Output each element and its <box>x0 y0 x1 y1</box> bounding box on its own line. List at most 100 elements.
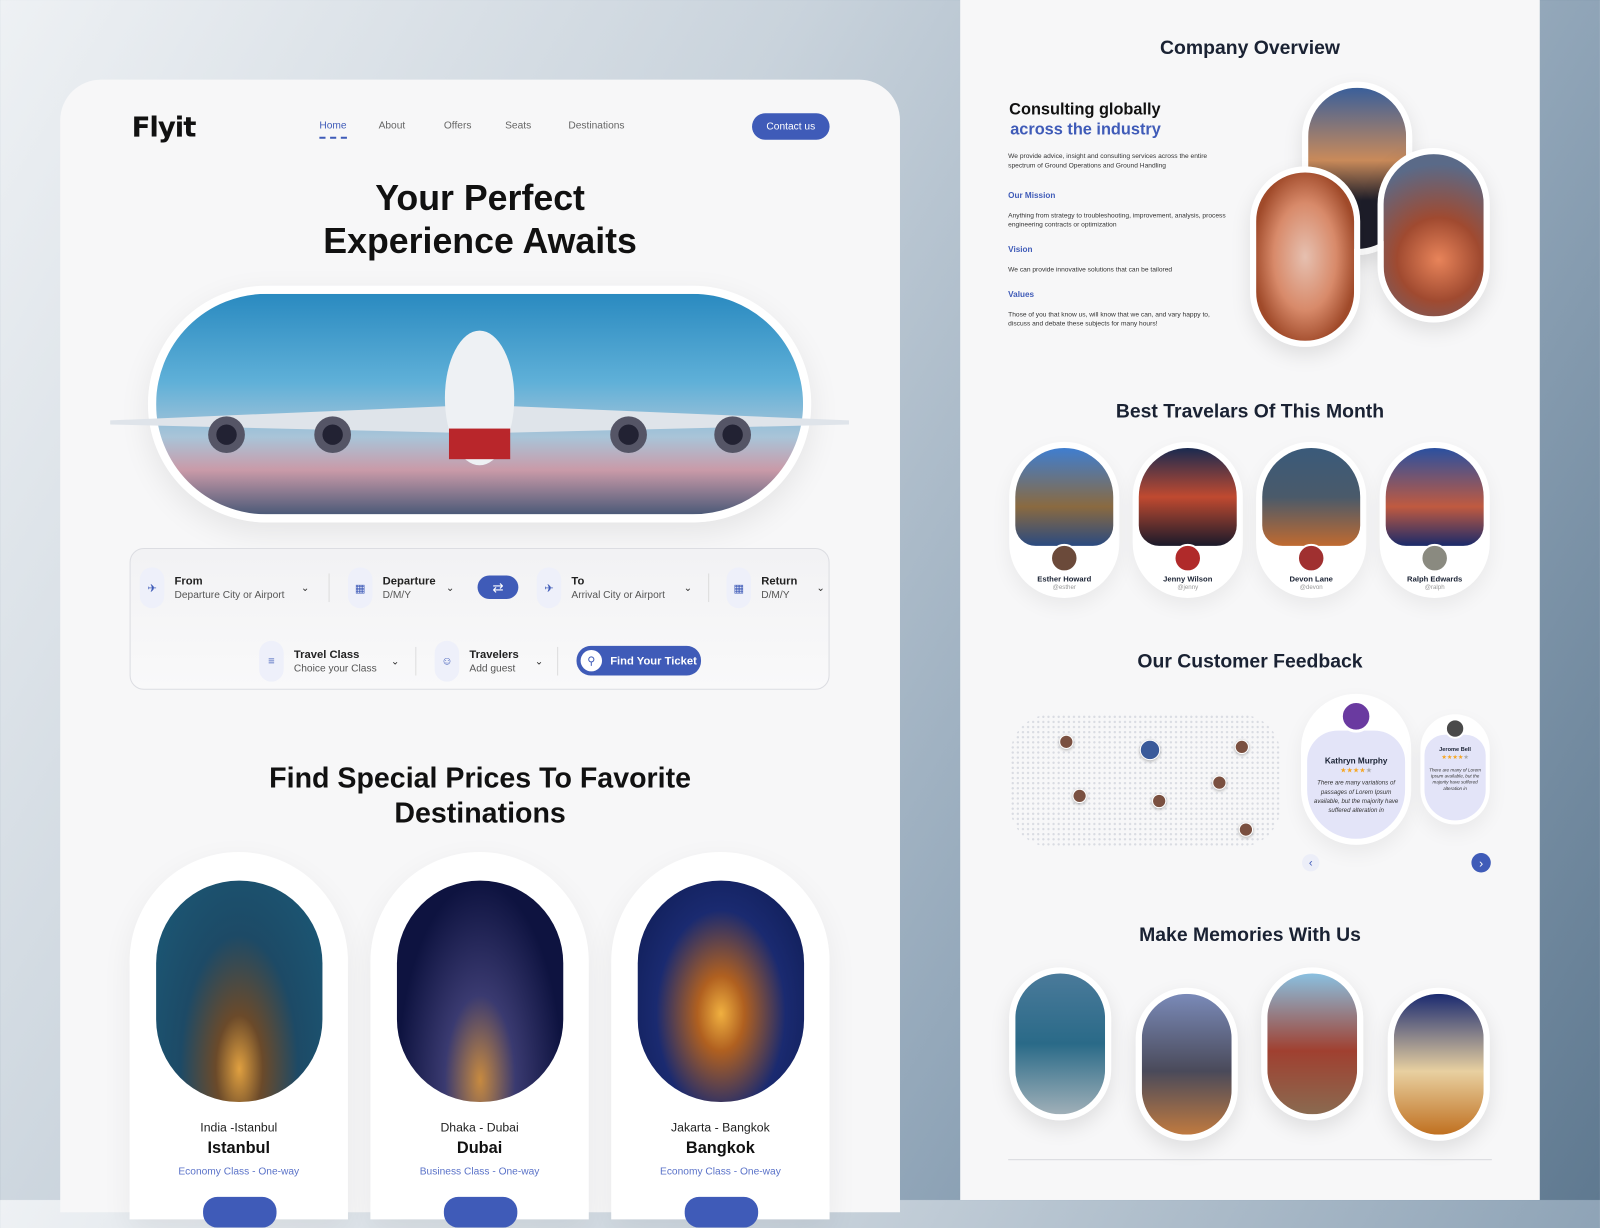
avatar <box>1212 775 1227 790</box>
destination-card-istanbul[interactable]: India -Istanbul Istanbul Economy Class -… <box>129 852 348 1228</box>
avatar <box>1238 822 1254 837</box>
traveler-card[interactable]: Esther Howard @esther <box>1009 441 1120 598</box>
feedback-card[interactable]: Jerome Bell ★★★★★ There are many of Lore… <box>1420 714 1490 825</box>
mission-text: Anything from strategy to troubleshootin… <box>1008 212 1226 229</box>
destination-card-bangkok[interactable]: Jakarta - Bangkok Bangkok Economy Class … <box>611 852 830 1228</box>
divider <box>1008 1159 1492 1161</box>
traveler-name: Esther Howard <box>1037 574 1092 584</box>
from-placeholder: Departure City or Airport <box>174 589 285 601</box>
destination-city: Dubai <box>456 1139 503 1158</box>
traveler-card[interactable]: Ralph Edwards @ralph <box>1379 441 1490 598</box>
next-button[interactable]: › <box>1471 853 1491 873</box>
traveler-photo <box>1015 447 1114 546</box>
destination-city: Istanbul <box>207 1139 271 1158</box>
travel-class-label: Travel Class <box>293 648 360 661</box>
traveler-name: Ralph Edwards <box>1407 574 1463 584</box>
book-button[interactable] <box>203 1196 277 1228</box>
return-placeholder: D/M/Y <box>761 589 790 601</box>
traveler-handle: @jenny <box>1177 584 1199 591</box>
memory-photo-dubai[interactable] <box>1009 967 1112 1121</box>
avatar <box>1139 739 1161 761</box>
values-title: Values <box>1008 289 1035 299</box>
feedback-card[interactable]: Kathryn Murphy ★★★★★ There are many vari… <box>1301 693 1412 845</box>
calendar-icon: ▦ <box>726 567 752 609</box>
traveler-handle: @devon <box>1299 584 1323 591</box>
book-button[interactable] <box>684 1196 759 1228</box>
traveler-card[interactable]: Jenny Wilson @jenny <box>1132 441 1243 598</box>
chevron-down-icon: ⌄ <box>390 655 400 667</box>
return-label: Return <box>761 574 798 588</box>
travel-class-field[interactable]: ≡ Travel Class Choice your Class ⌄ <box>259 640 400 682</box>
memory-photo-newyork[interactable] <box>1135 987 1238 1141</box>
hero-title-line1: Your Perfect <box>375 178 585 219</box>
overview-title: Company Overview <box>1160 37 1340 60</box>
feedback-title: Our Customer Feedback <box>1137 651 1363 673</box>
destination-card-dubai[interactable]: Dhaka - Dubai Dubai Business Class - One… <box>370 852 589 1228</box>
travelers-field[interactable]: ☺ Travelers Add guest ⌄ <box>434 640 544 682</box>
destinations-title: Find Special Prices To Favorite Destinat… <box>60 761 900 830</box>
avatar <box>1072 788 1087 804</box>
star-rating: ★★★★★ <box>1441 755 1469 762</box>
nav-about[interactable]: About <box>379 120 406 131</box>
chevron-down-icon: ⌄ <box>534 655 544 667</box>
travel-class-placeholder: Choice your Class <box>293 662 377 674</box>
reviewer-name: Kathryn Murphy <box>1324 756 1388 766</box>
avatar <box>1173 543 1203 573</box>
memory-photo-cathedral[interactable] <box>1387 987 1490 1141</box>
travelers-label: Travelers <box>469 648 519 661</box>
mission-title: Our Mission <box>1008 190 1056 200</box>
destinations-title-line2: Destinations <box>394 796 566 829</box>
window-view-image <box>1249 166 1361 347</box>
destination-route: India -Istanbul <box>200 1120 278 1135</box>
chevron-down-icon: ⌄ <box>816 582 825 594</box>
dubai-image <box>396 880 564 1103</box>
find-ticket-button[interactable]: ⚲ Find Your Ticket <box>576 645 702 676</box>
destination-city: Bangkok <box>685 1139 755 1158</box>
chevron-down-icon: ⌄ <box>445 582 455 594</box>
traveler-name: Devon Lane <box>1289 574 1333 584</box>
search-icon: ⚲ <box>580 649 603 672</box>
contact-button[interactable]: Contact us <box>752 113 830 140</box>
users-icon: ☺ <box>434 640 460 682</box>
destination-route: Dhaka - Dubai <box>440 1120 519 1135</box>
avatar <box>1049 543 1079 573</box>
nav-destinations[interactable]: Destinations <box>568 120 624 131</box>
calendar-icon: ▦ <box>347 567 373 609</box>
memory-photo-temple[interactable] <box>1261 967 1364 1121</box>
logo[interactable]: Flyit <box>132 112 197 144</box>
chevron-right-icon: › <box>1479 855 1484 870</box>
chevron-down-icon: ⌄ <box>683 582 693 594</box>
traveler-card[interactable]: Devon Lane @devon <box>1256 441 1367 598</box>
destinations-title-line1: Find Special Prices To Favorite <box>269 762 692 794</box>
vision-text: We can provide innovative solutions that… <box>1008 266 1173 274</box>
traveler-photo <box>1385 447 1484 546</box>
destination-class: Economy Class - One-way <box>178 1166 300 1178</box>
reviewer-name: Jerome Bell <box>1439 746 1472 754</box>
return-field[interactable]: ▦ Return D/M/Y ⌄ <box>726 567 825 609</box>
swap-button[interactable]: ⇄ <box>477 575 519 599</box>
find-ticket-label: Find Your Ticket <box>610 654 697 667</box>
nav-offers[interactable]: Offers <box>444 120 472 131</box>
traveler-name: Jenny Wilson <box>1163 574 1213 584</box>
book-button[interactable] <box>443 1196 518 1228</box>
avatar <box>1420 543 1449 573</box>
nav-home[interactable]: Home <box>319 120 347 139</box>
chevron-down-icon: ⌄ <box>300 582 310 594</box>
filter-icon: ≡ <box>259 640 284 682</box>
destination-route: Jakarta - Bangkok <box>671 1120 770 1135</box>
to-placeholder: Arrival City or Airport <box>571 589 665 601</box>
previous-button[interactable]: ‹ <box>1302 854 1320 872</box>
from-field[interactable]: ✈ From Departure City or Airport ⌄ <box>139 567 310 609</box>
departure-placeholder: D/M/Y <box>382 589 411 601</box>
airplane-illustration <box>110 330 849 466</box>
divider <box>415 646 417 676</box>
hero-title-line2: Experience Awaits <box>323 221 637 262</box>
divider <box>708 573 710 603</box>
traveler-photo <box>1262 447 1361 546</box>
nav-seats[interactable]: Seats <box>505 120 531 131</box>
travelers-title: Best Travelars Of This Month <box>1115 401 1385 423</box>
plane-landing-icon: ✈ <box>536 567 562 609</box>
from-label: From <box>174 574 203 588</box>
departure-field[interactable]: ▦ Departure D/M/Y ⌄ <box>347 567 455 609</box>
to-field[interactable]: ✈ To Arrival City or Airport ⌄ <box>536 567 693 609</box>
